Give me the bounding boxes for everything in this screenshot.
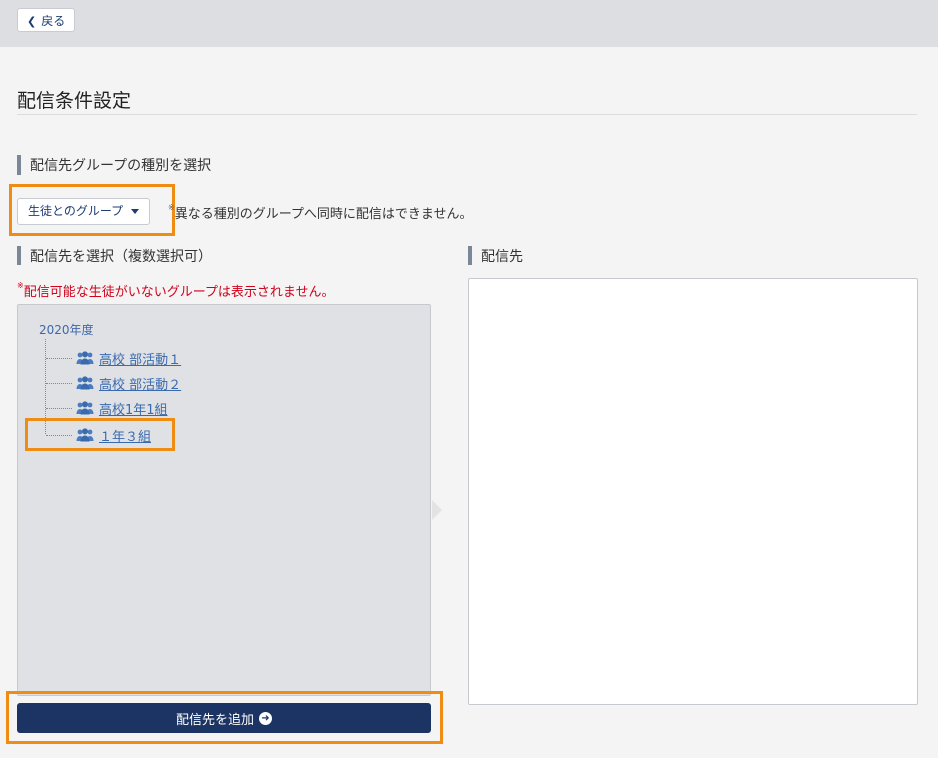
tree-branch xyxy=(46,357,72,359)
group-type-heading: 配信先グループの種別を選択 xyxy=(17,155,211,175)
group-type-note: ※異なる種別のグループへ同時に配信はできません。 xyxy=(168,203,473,222)
chevron-left-icon: ❮ xyxy=(27,15,37,28)
arrow-circle-right-icon: ➜ xyxy=(259,711,272,725)
back-button-label: 戻る xyxy=(41,14,66,28)
destination-heading: 配信先 xyxy=(468,246,523,266)
back-button[interactable]: ❮ 戻る xyxy=(17,8,76,32)
tree-item[interactable]: １年３組 xyxy=(46,426,152,445)
tree-item-label: 高校1年1組 xyxy=(99,402,168,418)
group-icon xyxy=(76,351,94,365)
group-icon xyxy=(76,376,94,390)
tree-branch xyxy=(46,434,72,436)
caret-down-icon xyxy=(131,209,140,214)
add-destination-label: 配信先を追加 xyxy=(175,712,254,728)
tree-item[interactable]: 高校1年1組 xyxy=(46,399,168,418)
page-title: 配信条件設定 xyxy=(17,90,132,112)
group-tree-panel: 2020年度 高校 部活動１ 高校 部活動２ 高校1年1組 １年３組 xyxy=(17,304,431,696)
arrow-right-icon xyxy=(432,500,442,520)
tree-branch xyxy=(46,382,72,384)
top-bar: ❮ 戻る xyxy=(0,0,938,47)
warning-message: 配信可能な生徒がいないグループは表示されません。 xyxy=(23,285,335,300)
add-destination-button[interactable]: 配信先を追加 ➜ xyxy=(17,703,431,733)
tree-item-label: 高校 部活動２ xyxy=(99,377,182,393)
destination-panel xyxy=(468,278,918,705)
tree-item-label: 高校 部活動１ xyxy=(99,352,182,368)
destination-heading-label: 配信先 xyxy=(481,249,523,265)
warning-mark: ※ xyxy=(17,281,24,290)
note-mark: ※ xyxy=(168,203,175,212)
tree-root-year: 2020年度 xyxy=(39,323,94,337)
group-type-heading-label: 配信先グループの種別を選択 xyxy=(30,158,212,174)
tree-item[interactable]: 高校 部活動１ xyxy=(46,349,182,368)
note-text: 異なる種別のグループへ同時に配信はできません。 xyxy=(174,207,473,222)
warning-text: ※配信可能な生徒がいないグループは表示されません。 xyxy=(17,281,335,300)
title-divider xyxy=(17,114,917,115)
select-heading-label: 配信先を選択（複数選択可） xyxy=(30,249,212,265)
tree-item[interactable]: 高校 部活動２ xyxy=(46,374,182,393)
tree-item-label: １年３組 xyxy=(99,429,152,445)
group-type-dropdown[interactable]: 生徒とのグループ xyxy=(17,198,151,225)
group-icon xyxy=(76,401,94,415)
group-type-selected: 生徒とのグループ xyxy=(28,204,124,218)
group-icon xyxy=(76,428,94,442)
tree-branch xyxy=(46,407,72,409)
select-heading: 配信先を選択（複数選択可） xyxy=(17,246,212,266)
